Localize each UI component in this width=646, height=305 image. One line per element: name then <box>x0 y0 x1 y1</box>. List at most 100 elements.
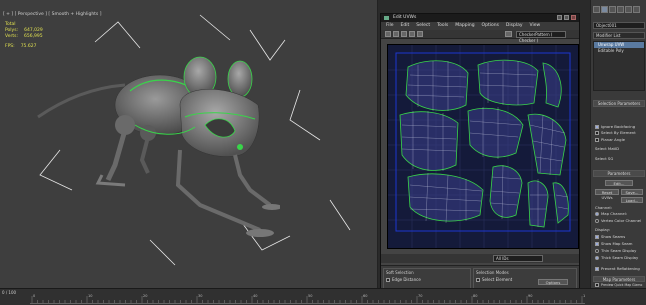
timeline-tick-label: 0 <box>33 294 35 298</box>
selection-modes-group: Selection Modes Select Element Options <box>473 268 577 289</box>
checkbox-icon[interactable] <box>476 277 480 282</box>
app-icon <box>384 16 389 20</box>
maximize-icon[interactable] <box>564 15 569 20</box>
perspective-viewport[interactable]: [ + ] [ Perspective ] [ Smooth + Highlig… <box>0 0 378 288</box>
checkbox-icon[interactable] <box>595 124 599 129</box>
menu-file[interactable]: File <box>386 22 394 30</box>
select-by-element-checkbox[interactable]: Select By Element <box>595 130 636 135</box>
menu-select[interactable]: Select <box>416 22 430 30</box>
menu-mapping[interactable]: Mapping <box>455 22 474 30</box>
hierarchy-tab-icon[interactable] <box>609 6 616 13</box>
uv-bottom-toolbar <box>381 254 579 263</box>
select-sg-label: Select SG <box>595 156 613 161</box>
texture-icon[interactable] <box>505 31 512 37</box>
timeline-tick-label: 70 <box>418 294 422 298</box>
thin-seam-display-radio[interactable]: Thin Seam Display <box>595 248 636 253</box>
field-label: Select MatID <box>595 146 620 151</box>
prevent-reflattening-checkbox[interactable]: Prevent Reflattening <box>595 266 640 271</box>
uv-canvas[interactable] <box>387 44 579 249</box>
field-label: Select SG <box>595 156 614 161</box>
radio-label: Vertex Color Channel <box>601 218 642 223</box>
checkbox-icon[interactable] <box>595 241 599 246</box>
menu-view[interactable]: View <box>530 22 541 30</box>
id-filter-dropdown[interactable]: All IDs <box>493 255 543 262</box>
texture-dropdown[interactable]: CheckerPattern ( Checker ) <box>516 31 566 43</box>
checkbox-label: Show Map Seam <box>601 241 633 246</box>
radio-label: Thin Seam Display <box>601 248 637 253</box>
checkbox-label: Preview Quick Map Gizmo <box>601 283 643 287</box>
scale-tool-icon[interactable] <box>401 31 407 37</box>
timeline-tick-label: 90 <box>528 294 532 298</box>
timeline-tick-label: 20 <box>143 294 147 298</box>
radio-icon[interactable] <box>595 211 599 216</box>
soft-selection-group: Soft Selection Edge Distance <box>383 268 471 289</box>
timeline-tick-label: 30 <box>198 294 202 298</box>
ignore-backfacing-checkbox[interactable]: Ignore Backfacing <box>595 124 635 129</box>
thick-seam-display-radio[interactable]: Thick Seam Display <box>595 255 638 260</box>
radio-icon[interactable] <box>595 218 599 223</box>
map-channel-radio[interactable]: Map Channel: <box>595 211 627 216</box>
radio-icon[interactable] <box>595 248 599 253</box>
close-icon[interactable] <box>571 15 576 20</box>
map-parameters-rollout[interactable]: Map Parameters <box>593 276 645 282</box>
radio-icon[interactable] <box>595 255 599 260</box>
parameters-rollout[interactable]: Parameters <box>593 170 645 177</box>
utilities-tab-icon[interactable] <box>633 6 640 13</box>
checkbox-label: Edge Distance <box>392 277 421 282</box>
options-button[interactable]: Options <box>538 279 568 285</box>
move-tool-icon[interactable] <box>385 31 391 37</box>
vertex-color-channel-radio[interactable]: Vertex Color Channel <box>595 218 641 223</box>
checkbox-icon[interactable] <box>595 137 599 142</box>
field-label: Display: <box>595 227 610 232</box>
motion-tab-icon[interactable] <box>617 6 624 13</box>
edit-button[interactable]: Edit... <box>605 180 633 186</box>
freeform-tool-icon[interactable] <box>409 31 415 37</box>
menu-tools[interactable]: Tools <box>437 22 448 30</box>
checkbox-icon[interactable] <box>595 283 599 287</box>
menu-edit[interactable]: Edit <box>401 22 410 30</box>
checkbox-label: Planar Angle <box>601 137 625 142</box>
channel-label: Channel: <box>595 205 612 210</box>
rotate-tool-icon[interactable] <box>393 31 399 37</box>
timeline-tick-label: 100 <box>583 294 585 298</box>
timeline-ruler[interactable]: 0 10 20 30 40 50 60 70 80 90 100 <box>30 292 585 304</box>
stack-item-editable-poly[interactable]: Editable Poly <box>594 48 644 54</box>
checkbox-icon[interactable] <box>595 234 599 239</box>
time-slider-bar[interactable]: 0 / 100 0 10 20 30 40 50 60 70 80 90 100 <box>0 288 646 305</box>
robot-mouse-model[interactable] <box>30 55 280 265</box>
planar-angle-checkbox[interactable]: Planar Angle <box>595 137 625 142</box>
minimize-icon[interactable] <box>557 15 562 20</box>
create-tab-icon[interactable] <box>593 6 600 13</box>
modifier-stack: Unwrap UVW Editable Poly <box>593 41 645 91</box>
window-title[interactable]: Edit UVWs <box>381 14 579 22</box>
select-matid-label: Select MatID <box>595 146 619 151</box>
group-title: Soft Selection <box>386 270 414 275</box>
edge-distance-checkbox[interactable]: Edge Distance <box>386 277 468 282</box>
preview-quick-map-checkbox[interactable]: Preview Quick Map Gizmo <box>595 283 642 287</box>
show-map-seam-checkbox[interactable]: Show Map Seam <box>595 241 632 246</box>
modifier-list-dropdown[interactable]: Modifier List <box>593 32 645 39</box>
checkbox-icon[interactable] <box>595 130 599 135</box>
uv-bottom-panels: Soft Selection Edge Distance Selection M… <box>381 265 579 289</box>
load-button[interactable]: Load... <box>621 197 643 203</box>
modify-tab-icon[interactable] <box>601 6 608 13</box>
uv-layout-graphic[interactable] <box>388 45 578 248</box>
object-name-field[interactable]: Object001 <box>593 22 645 29</box>
save-button[interactable]: Save... <box>621 189 643 195</box>
command-panel: Object001 Modifier List Unwrap UVW Edita… <box>590 0 646 288</box>
checkbox-icon[interactable] <box>595 266 599 271</box>
mirror-tool-icon[interactable] <box>417 31 423 37</box>
menu-display[interactable]: Display <box>506 22 523 30</box>
display-tab-icon[interactable] <box>625 6 632 13</box>
show-seams-checkbox[interactable]: Show Seams <box>595 234 625 239</box>
reset-uvws-button[interactable]: Reset UVWs <box>595 189 619 200</box>
timeline-tick-label: 40 <box>253 294 257 298</box>
frame-counter[interactable]: 0 / 100 <box>2 290 16 295</box>
menu-options[interactable]: Options <box>482 22 499 30</box>
timeline-tick-label: 80 <box>473 294 477 298</box>
timeline-tick-label: 60 <box>363 294 367 298</box>
checkbox-icon[interactable] <box>386 277 390 282</box>
edit-uvws-window[interactable]: Edit UVWs File Edit Select Tools Mapping… <box>380 13 580 289</box>
radio-label: Map Channel: <box>601 211 628 216</box>
selection-parameters-rollout[interactable]: Selection Parameters <box>593 100 645 107</box>
